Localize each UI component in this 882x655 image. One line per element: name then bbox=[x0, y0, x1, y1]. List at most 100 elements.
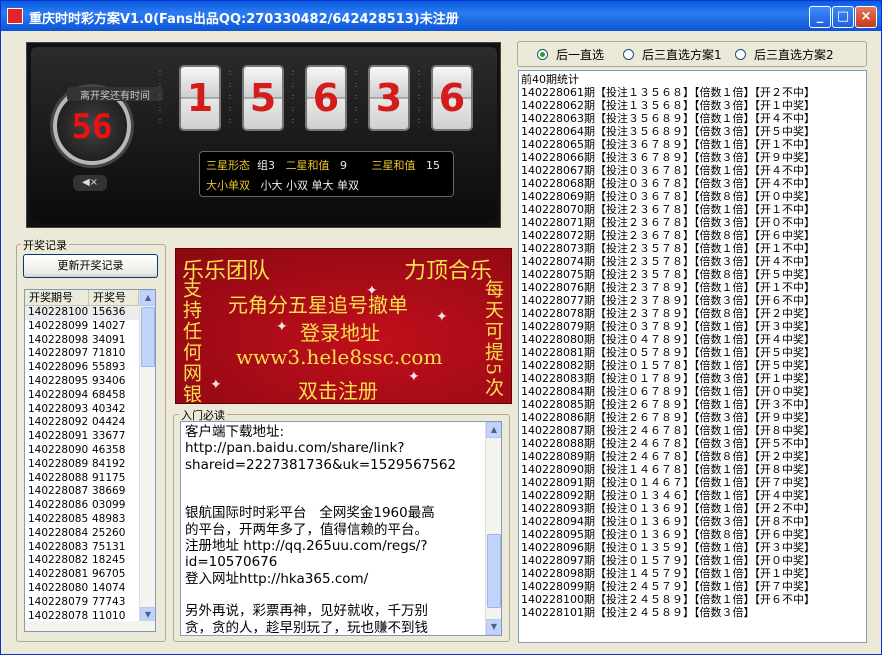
table-row[interactable]: 140228099 14027 bbox=[25, 320, 155, 334]
history-vscrollbar[interactable]: ▲ ▼ bbox=[139, 290, 155, 623]
radio-dot[interactable] bbox=[537, 49, 548, 60]
sum3-value: 15 bbox=[425, 159, 440, 172]
table-row[interactable]: 140228094 68458 bbox=[25, 389, 155, 403]
stats-line: 140228100期【投注２４５８９】【倍数１倍】【开６不中】 bbox=[521, 593, 815, 606]
stats-line: 140228096期【投注０１３５９】【倍数１倍】【开３中奖】 bbox=[521, 541, 815, 554]
stats-line: 140228081期【投注０５７８９】【倍数１倍】【开５中奖】 bbox=[521, 346, 815, 359]
stats-textarea[interactable]: 前40期统计 140228061期【投注１３５６８】【倍数１倍】【开２不中】 140… bbox=[518, 70, 867, 643]
digit-separator: ::::: bbox=[417, 68, 421, 125]
history-hscrollbar[interactable] bbox=[25, 621, 155, 631]
table-row[interactable]: 140228084 25260 bbox=[25, 527, 155, 541]
radio-last-one-direct[interactable]: 后一直选 bbox=[537, 46, 604, 63]
table-row[interactable]: 140228095 93406 bbox=[25, 375, 155, 389]
scroll-thumb[interactable] bbox=[141, 307, 155, 367]
lottery-display-inner: 离开奖还有时间 56 ◀× ::::: 1 ::::: 5 ::::: 6 ::… bbox=[31, 47, 497, 223]
col-number[interactable]: 开奖号 bbox=[89, 290, 139, 305]
sparkle-icon: ✦ bbox=[276, 319, 288, 335]
stats-line: 140228065期【投注３６７８９】【倍数１倍】【开１不中】 bbox=[521, 138, 815, 151]
table-row[interactable]: 140228081 96705 bbox=[25, 568, 155, 582]
table-row[interactable]: 140228096 55893 bbox=[25, 361, 155, 375]
mute-icon[interactable]: ◀× bbox=[73, 175, 107, 191]
number-cell: 38669 bbox=[92, 485, 126, 498]
close-button[interactable]: × bbox=[855, 6, 877, 28]
radio-last-three-plan2[interactable]: 后三直选方案2 bbox=[735, 46, 834, 63]
number-cell: 48983 bbox=[92, 512, 126, 525]
table-row[interactable]: 140228087 38669 bbox=[25, 485, 155, 499]
stats-line: 140228075期【投注２３５７８】【倍数８倍】【开５中奖】 bbox=[521, 268, 815, 281]
scroll-thumb[interactable] bbox=[487, 534, 501, 608]
radio-dot[interactable] bbox=[623, 49, 634, 60]
guide-vscrollbar[interactable]: ▲ ▼ bbox=[485, 422, 501, 635]
guide-textarea[interactable]: 客户端下载地址: http://pan.baidu.com/share/link… bbox=[180, 421, 502, 636]
minimize-button[interactable]: _ bbox=[809, 6, 831, 28]
number-cell: 68458 bbox=[92, 388, 126, 401]
period-cell: 140228086 bbox=[28, 499, 89, 512]
number-cell: 71810 bbox=[92, 347, 126, 360]
refresh-history-button[interactable]: 更新开奖记录 bbox=[23, 254, 158, 278]
scroll-up-icon[interactable]: ▲ bbox=[486, 422, 501, 438]
table-row[interactable]: 140228091 33677 bbox=[25, 430, 155, 444]
table-row[interactable]: 140228092 04424 bbox=[25, 416, 155, 430]
table-row[interactable]: 140228083 75131 bbox=[25, 541, 155, 555]
stats-line: 140228099期【投注２４５７９】【倍数１倍】【开７中奖】 bbox=[521, 580, 815, 593]
stats-line: 140228072期【投注２３６７８】【倍数８倍】【开６中奖】 bbox=[521, 229, 815, 242]
table-row[interactable]: 140228100 15636 bbox=[25, 306, 155, 320]
radio-last-three-plan1[interactable]: 后三直选方案1 bbox=[623, 46, 722, 63]
main-window: 重庆时时彩方案V1.0(Fans出品QQ:270330482/642428513… bbox=[0, 0, 882, 655]
guide-text: 客户端下载地址: http://pan.baidu.com/share/link… bbox=[185, 424, 457, 636]
stats-line: 140228088期【投注２４６７８】【倍数３倍】【开５不中】 bbox=[521, 437, 815, 450]
radio-label: 后三直选方案2 bbox=[754, 48, 834, 62]
table-row[interactable]: 140228080 14074 bbox=[25, 582, 155, 596]
stats-line: 140228066期【投注３６７８９】【倍数３倍】【开９中奖】 bbox=[521, 151, 815, 164]
result-digit-3: 6 bbox=[305, 65, 347, 131]
number-cell: 03099 bbox=[92, 499, 126, 512]
period-cell: 140228084 bbox=[28, 526, 89, 539]
radio-label: 后一直选 bbox=[556, 48, 605, 62]
sum2-value: 9 bbox=[340, 159, 347, 172]
number-cell: 93406 bbox=[92, 374, 126, 387]
table-row[interactable]: 140228086 03099 bbox=[25, 499, 155, 513]
ad-banner[interactable]: 乐乐团队 力顶合乐 支持任何网银 每天可提5次 元角分五星追号撤单 登录地址 w… bbox=[175, 248, 512, 404]
table-row[interactable]: 140228088 91175 bbox=[25, 472, 155, 486]
period-cell: 140228099 bbox=[28, 319, 89, 332]
period-cell: 140228092 bbox=[28, 416, 89, 429]
stats-line: 140228079期【投注０３７８９】【倍数１倍】【开３中奖】 bbox=[521, 320, 815, 333]
stats-line: 140228087期【投注２４６７８】【倍数１倍】【开８中奖】 bbox=[521, 424, 815, 437]
period-cell: 140228100 bbox=[28, 306, 89, 318]
number-cell: 04424 bbox=[92, 416, 126, 429]
number-cell: 18245 bbox=[92, 554, 126, 567]
table-row[interactable]: 140228090 46358 bbox=[25, 444, 155, 458]
maximize-button[interactable]: □ bbox=[832, 6, 854, 28]
banner-right-vertical: 每天可提5次 bbox=[482, 279, 504, 399]
table-row[interactable]: 140228093 40342 bbox=[25, 403, 155, 417]
stats-line: 140228077期【投注２３７８９】【倍数３倍】【开６不中】 bbox=[521, 294, 815, 307]
table-row[interactable]: 140228082 18245 bbox=[25, 554, 155, 568]
stats-line: 140228062期【投注１３５６８】【倍数３倍】【开１中奖】 bbox=[521, 99, 815, 112]
number-cell: 15636 bbox=[92, 306, 126, 318]
table-row[interactable]: 140228089 84192 bbox=[25, 458, 155, 472]
table-row[interactable]: 140228098 34091 bbox=[25, 334, 155, 348]
shape-label: 三星形态 bbox=[206, 159, 250, 172]
period-cell: 140228089 bbox=[28, 457, 89, 470]
result-digit-1: 1 bbox=[179, 65, 221, 131]
title-bar[interactable]: 重庆时时彩方案V1.0(Fans出品QQ:270330482/642428513… bbox=[1, 1, 881, 31]
number-cell: 84192 bbox=[92, 457, 126, 470]
period-cell: 140228097 bbox=[28, 347, 89, 360]
scroll-up-icon[interactable]: ▲ bbox=[140, 290, 155, 306]
stats-line: 140228074期【投注２３５７８】【倍数３倍】【开４不中】 bbox=[521, 255, 815, 268]
radio-dot[interactable] bbox=[735, 49, 746, 60]
number-cell: 46358 bbox=[92, 443, 126, 456]
countdown-value: 56 bbox=[71, 107, 113, 147]
scroll-down-icon[interactable]: ▼ bbox=[486, 619, 501, 635]
digit-separator: ::::: bbox=[158, 68, 162, 125]
table-row[interactable]: 140228079 77743 bbox=[25, 596, 155, 610]
history-table[interactable]: 开奖期号 开奖号 140228100 15636 140228099 14027 140… bbox=[24, 289, 156, 632]
table-row[interactable]: 140228085 48983 bbox=[25, 513, 155, 527]
window-title: 重庆时时彩方案V1.0(Fans出品QQ:270330482/642428513… bbox=[29, 12, 459, 27]
lottery-display: 离开奖还有时间 56 ◀× ::::: 1 ::::: 5 ::::: 6 ::… bbox=[26, 42, 501, 228]
col-period[interactable]: 开奖期号 bbox=[25, 290, 89, 305]
table-row[interactable]: 140228097 71810 bbox=[25, 347, 155, 361]
stats-line: 140228070期【投注２３６７８】【倍数１倍】【开１不中】 bbox=[521, 203, 815, 216]
stats-line: 140228086期【投注２６７８９】【倍数３倍】【开９中奖】 bbox=[521, 411, 815, 424]
stats-line: 140228090期【投注１４６７８】【倍数１倍】【开８中奖】 bbox=[521, 463, 815, 476]
